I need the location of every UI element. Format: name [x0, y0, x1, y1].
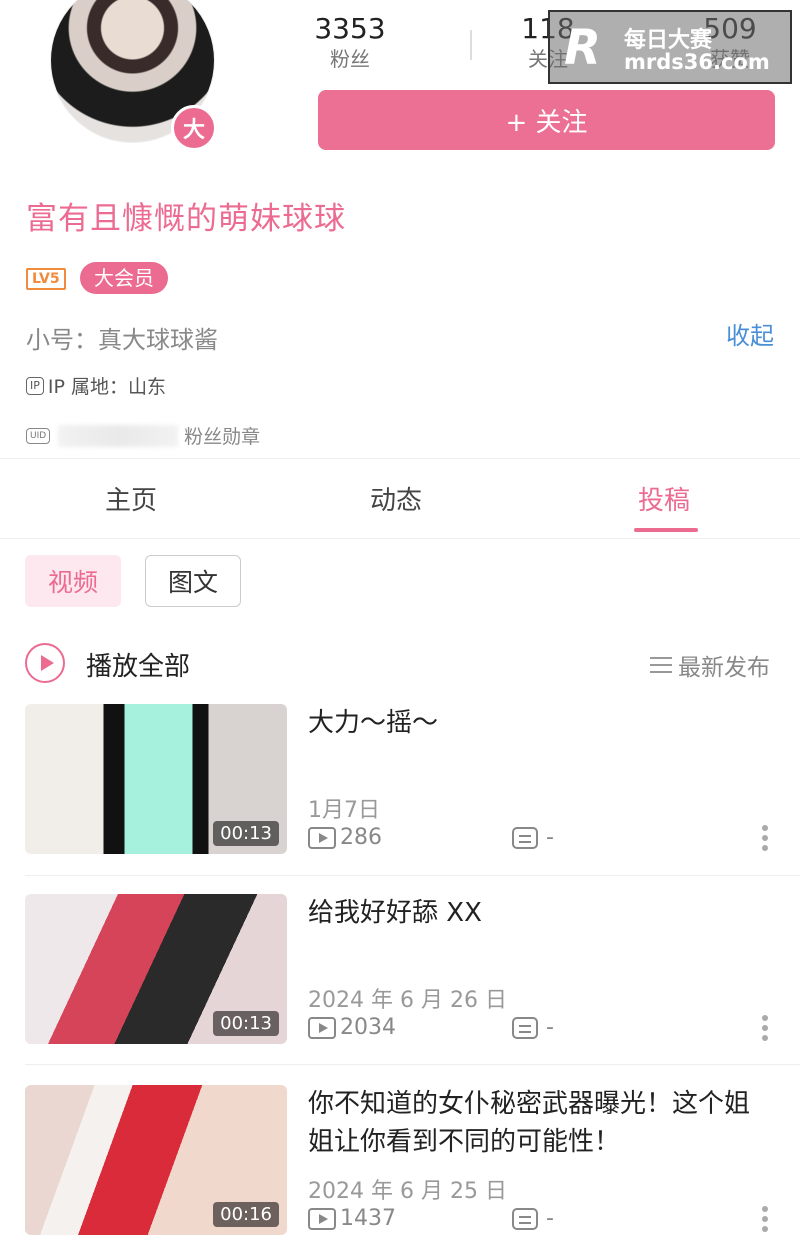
play-count-value: 286 [340, 825, 382, 850]
vip-badge[interactable]: 大会员 [80, 262, 168, 294]
profile-tabs: 主页 动态 投稿 [0, 470, 800, 540]
video-date: 2024 年 6 月 25 日 [308, 1179, 507, 1204]
filter-video-button[interactable]: 视频 [25, 555, 121, 607]
video-thumbnail[interactable]: 00:13 [25, 704, 287, 854]
alt-account-text: 小号：真大球球酱 [26, 326, 218, 354]
avatar-badge: 大 [171, 105, 217, 151]
active-tab-indicator [634, 528, 698, 532]
uid-icon: UID [26, 427, 51, 444]
profile-avatar-container[interactable]: 大 [50, 0, 217, 151]
video-title[interactable]: 大力～摇～ [308, 704, 768, 742]
comment-count-value: - [546, 1206, 554, 1231]
follow-button[interactable]: + 关注 [318, 90, 775, 150]
profile-username: 富有且慷慨的萌妹球球 [26, 201, 346, 237]
uid-row: UID 粉丝勋章 [26, 422, 260, 449]
followers-count: 3353 [314, 12, 386, 45]
item-divider [25, 875, 800, 876]
play-count-value: 1437 [340, 1206, 396, 1231]
comment-icon [512, 1016, 538, 1039]
video-thumbnail[interactable]: 00:16 [25, 1085, 287, 1235]
video-title[interactable]: 给我好好舔 XX [308, 894, 768, 932]
watermark-url: mrds36.com [624, 50, 770, 74]
sort-dropdown[interactable]: 最新发布 [650, 648, 770, 682]
item-divider [25, 1064, 800, 1065]
video-play-count: 2034 [308, 1015, 396, 1040]
ip-location-row: IP IP 属地：山东 [26, 372, 166, 399]
tab-posts[interactable]: 投稿 [638, 480, 690, 517]
comment-count-value: - [546, 1015, 554, 1040]
tab-dynamic[interactable]: 动态 [370, 480, 422, 517]
section-divider [0, 458, 800, 459]
comment-icon [512, 1207, 538, 1230]
video-play-count: 1437 [308, 1206, 396, 1231]
tab-home[interactable]: 主页 [105, 480, 157, 517]
video-item[interactable]: 00:16 你不知道的女仆秘密武器曝光！这个姐姐让你看到不同的可能性！ 2024… [0, 1085, 800, 1250]
uid-redacted [58, 424, 179, 447]
collapse-link[interactable]: 收起 [726, 316, 774, 351]
video-date: 2024 年 6 月 26 日 [308, 988, 507, 1013]
video-item[interactable]: 00:13 给我好好舔 XX 2024 年 6 月 26 日 2034 - [0, 894, 800, 1084]
play-all-button[interactable]: 播放全部 [86, 646, 190, 683]
tabs-divider [0, 538, 800, 539]
video-comment-count: - [512, 825, 554, 850]
play-count-value: 2034 [340, 1015, 396, 1040]
play-count-icon [308, 1207, 336, 1230]
comment-count-value: - [546, 825, 554, 850]
video-comment-count: - [512, 1015, 554, 1040]
play-count-icon [308, 826, 336, 849]
video-duration: 00:16 [213, 1202, 279, 1227]
play-circle-icon[interactable] [25, 643, 65, 683]
fan-medal-link[interactable]: 粉丝勋章 [184, 422, 260, 449]
more-options-icon[interactable] [762, 825, 770, 855]
comment-icon [512, 826, 538, 849]
ip-icon: IP [26, 376, 44, 395]
video-play-count: 286 [308, 825, 382, 850]
followers-stat[interactable]: 3353 粉丝 [280, 12, 420, 72]
ip-location-text: IP 属地：山东 [47, 376, 166, 398]
video-comment-count: - [512, 1206, 554, 1231]
level-badge: LV5 [26, 268, 66, 290]
video-date: 1月7日 [308, 798, 380, 823]
more-options-icon[interactable] [762, 1015, 770, 1045]
list-icon [650, 656, 672, 674]
stats-divider [470, 30, 472, 60]
play-count-icon [308, 1016, 336, 1039]
followers-label: 粉丝 [330, 47, 370, 71]
video-duration: 00:13 [213, 1011, 279, 1036]
video-thumbnail[interactable]: 00:13 [25, 894, 287, 1044]
watermark-overlay: R 每日大赛 mrds36.com [548, 10, 792, 84]
filter-image-text-button[interactable]: 图文 [145, 555, 241, 607]
video-duration: 00:13 [213, 821, 279, 846]
sort-label: 最新发布 [678, 655, 770, 681]
watermark-logo-icon: R [564, 20, 601, 76]
more-options-icon[interactable] [762, 1206, 770, 1236]
video-item[interactable]: 00:13 大力～摇～ 1月7日 286 - [0, 704, 800, 894]
video-title[interactable]: 你不知道的女仆秘密武器曝光！这个姐姐让你看到不同的可能性！ [308, 1085, 768, 1161]
